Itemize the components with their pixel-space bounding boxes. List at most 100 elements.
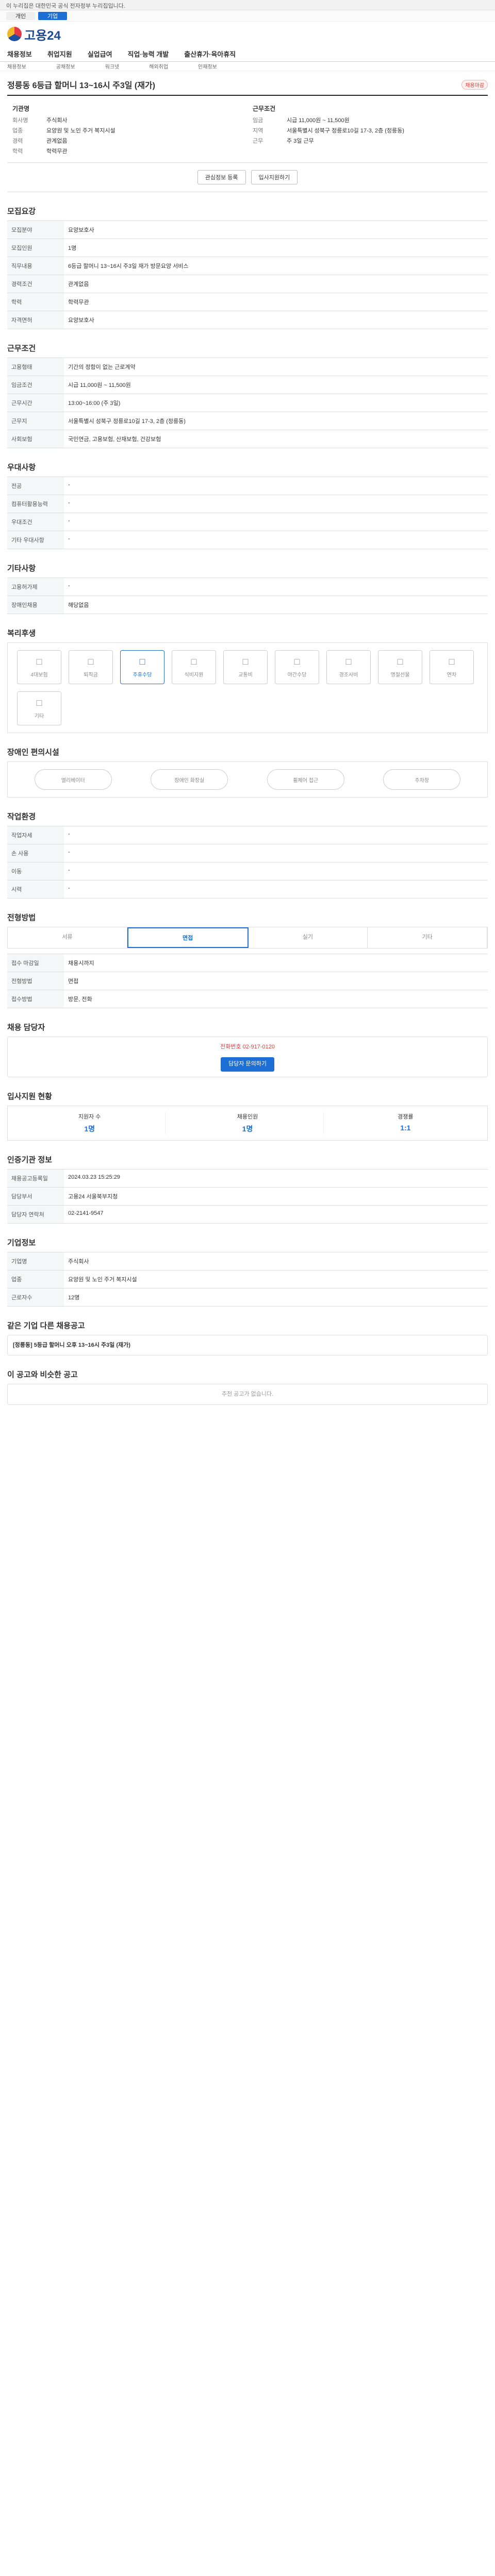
table-row: 근무시간 13:00~16:00 (주 3일) [7,394,488,412]
row-value: 02-2141-9547 [64,1205,488,1224]
apply-button[interactable]: 입사지원하기 [251,170,298,184]
same-company-job[interactable]: [정릉동] 5등급 할머니 오후 13~16시 주3일 (재가) [7,1334,488,1356]
section-env: 작업환경 [7,812,36,821]
row-value: 서울특별시 성북구 정릉로10길 17-3, 2층 (정릉동) [64,412,488,430]
benefit-icon: □ [36,656,42,667]
utility-bar: 개인 기업 [0,10,495,22]
sub-nav-item[interactable]: 채용정보 [7,62,26,70]
row-value: - [64,513,488,531]
table-row: 손 사용 - [7,844,488,862]
row-label: 기타 우대사항 [7,531,64,549]
apply-tab[interactable]: 서류 [8,927,127,948]
job-title: 정릉동 6등급 할머니 13~16시 주3일 (재가) [7,81,155,90]
row-value: 요양보호사 [64,311,488,329]
company-name: 주식회사 [46,117,68,124]
row-value: 국민연금, 고용보험, 산재보험, 건강보험 [64,430,488,448]
table-row: 모집인원 1명 [7,239,488,257]
benefit-icon: □ [242,656,249,667]
table-row: 근무지 서울특별시 성북구 정릉로10길 17-3, 2층 (정릉동) [7,412,488,430]
benefit-icon: □ [294,656,300,667]
benefit-icon: □ [397,656,403,667]
row-label: 접수 마감일 [7,954,64,972]
benefit-icon: □ [449,656,455,667]
sub-nav-item[interactable]: 공채정보 [56,62,75,70]
row-label: 기업명 [7,1251,64,1270]
benefit-icon: □ [139,656,145,667]
benefit-item: □ 명절선물 [378,650,422,684]
company-table: 기업명 주식회사 업종 요양원 및 노인 주거 복지시설 근로자수 12명 [7,1251,488,1307]
sub-nav-item[interactable]: 해외취업 [149,62,168,70]
section-benefit: 복리후생 [7,629,36,638]
row-label: 경력조건 [7,275,64,293]
benefit-item: □ 4대보험 [17,650,61,684]
apply-tab[interactable]: 기타 [368,927,487,948]
row-label: 업종 [7,1269,64,1289]
gnb-item[interactable]: 출산휴가·육아휴직 [184,49,236,59]
contact-button[interactable]: 담당자 문의하기 [221,1057,274,1072]
benefit-icon: □ [36,698,42,708]
sub-nav: 채용정보 공채정보 워크넷 해외취업 인재정보 [0,62,495,71]
row-label: 임금조건 [7,376,64,394]
row-label: 학력 [7,293,64,311]
status-badge: 채용마감 [461,79,488,90]
row-value: - [64,862,488,880]
section-welfare: 우대사항 [7,463,36,472]
benefit-item: □ 기타 [17,691,61,725]
row-label: 근무지 [7,412,64,430]
disability-item: 엘리베이터 [34,769,112,790]
table-row: 시력 - [7,880,488,899]
gnb-item[interactable]: 직업·능력 개발 [128,49,169,59]
user-type-personal[interactable]: 개인 [6,11,35,20]
sub-nav-item[interactable]: 인재정보 [198,62,217,70]
cond-heading: 근무조건 [253,105,276,112]
row-value: 관계없음 [64,275,488,293]
section-cond: 근무조건 [7,344,36,353]
apply-tab[interactable]: 실기 [249,927,368,948]
row-label: 컴퓨터활용능력 [7,495,64,513]
table-row: 근로자수 12명 [7,1287,488,1307]
table-row: 직무내용 6등급 할머니 13~16시 주3일 재가 방문요양 서비스 [7,257,488,275]
table-row: 고용형태 기간의 정함이 없는 근로계약 [7,358,488,376]
row-label: 작업자세 [7,826,64,844]
row-value: 채용시까지 [64,954,488,972]
benefit-grid: □ 4대보험 □ 퇴직금 □ 주휴수당 □ 식비지원 □ 교통비 □ 야간수당 □ 경조사비 □ 명절선물 □ 연… [7,642,488,733]
table-row: 담당자 연락처 02-2141-9547 [7,1205,488,1224]
apply-table: 접수 마감일 채용시까지 전형방법 면접 접수방법 방문, 전화 [7,954,488,1008]
disability-grid: 엘리베이터 장애인 화장실 휠체어 접근 주차장 [7,761,488,798]
cond-table: 고용형태 기간의 정함이 없는 근로계약 임금조건 시급 11,000원 ~ 11,5… [7,358,488,448]
row-value: 6등급 할머니 13~16시 주3일 재가 방문요양 서비스 [64,257,488,275]
disability-item: 주차장 [383,769,461,790]
gnb-item[interactable]: 취업지원 [47,49,72,59]
row-value: 기간의 정함이 없는 근로계약 [64,358,488,376]
row-label: 고용허가제 [7,578,64,596]
row-value: 12명 [64,1287,488,1307]
table-row: 경력조건 관계없음 [7,275,488,293]
exp: 관계없음 [46,138,68,144]
disability-item: 장애인 화장실 [151,769,228,790]
gnb-item[interactable]: 채용정보 [7,49,32,59]
table-row: 고용허가제 - [7,578,488,596]
section-contact: 채용 담당자 [7,1023,45,1032]
table-row: 자격면허 요양보호사 [7,311,488,329]
row-label: 자격면허 [7,311,64,329]
stat-item: 경쟁률 1:1 [398,1113,414,1132]
stats-box: 지원자 수 1명 채용인원 1명 경쟁률 1:1 [7,1105,488,1141]
table-row: 접수 마감일 채용시까지 [7,954,488,972]
row-label: 모집인원 [7,239,64,257]
benefit-item: □ 교통비 [223,650,268,684]
stat-item: 지원자 수 1명 [14,1112,166,1134]
row-value: 1명 [64,239,488,257]
section-same: 같은 기업 다른 채용공고 [7,1321,85,1330]
favorite-button[interactable]: 관심정보 등록 [197,170,246,184]
stat-item: 채용인원 1명 [172,1112,324,1134]
sub-nav-item[interactable]: 워크넷 [105,62,120,70]
apply-tab[interactable]: 면접 [127,927,249,948]
row-label: 손 사용 [7,844,64,862]
place: 서울특별시 성북구 정릉로10길 17-3, 2층 (정릉동) [287,128,404,134]
section-company: 기업정보 [7,1238,36,1247]
gnb-item[interactable]: 실업급여 [88,49,112,59]
row-value: 학력무관 [64,293,488,311]
row-label: 근무시간 [7,394,64,412]
user-type-company[interactable]: 기업 [38,11,67,20]
site-logo[interactable]: 고용24 [7,25,61,43]
